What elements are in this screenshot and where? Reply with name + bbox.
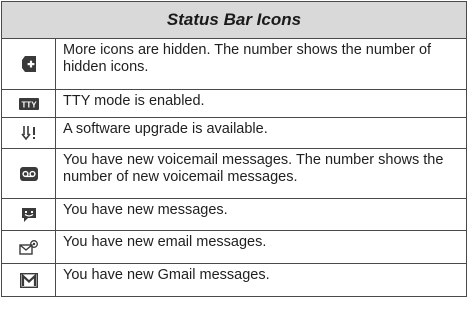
table-row: You have new email messages. bbox=[1, 230, 467, 263]
row-description: You have new messages. bbox=[63, 202, 228, 218]
gmail-icon bbox=[19, 272, 38, 288]
software-upgrade-icon bbox=[20, 125, 37, 141]
table-row: TTY TTY mode is enabled. bbox=[1, 89, 467, 117]
row-description: A software upgrade is available. bbox=[63, 121, 268, 137]
row-description: More icons are hidden. The number shows … bbox=[63, 42, 432, 75]
table-row: A software upgrade is available. bbox=[1, 117, 467, 148]
table-row: You have new messages. bbox=[1, 198, 467, 230]
table-row: You have new voicemail messages. The num… bbox=[1, 148, 467, 198]
tty-icon: TTY bbox=[18, 97, 39, 110]
status-bar-icons-table: Status Bar Icons More icons are hidden. … bbox=[1, 1, 467, 297]
table-title: Status Bar Icons bbox=[1, 1, 467, 38]
row-description: TTY mode is enabled. bbox=[63, 93, 205, 109]
row-description: You have new email messages. bbox=[63, 234, 267, 250]
svg-text:TTY: TTY bbox=[21, 100, 37, 109]
table-row: You have new Gmail messages. bbox=[1, 263, 467, 297]
row-description: You have new voicemail messages. The num… bbox=[63, 152, 444, 185]
table-row: More icons are hidden. The number shows … bbox=[1, 38, 467, 89]
message-icon bbox=[21, 207, 37, 223]
row-description: You have new Gmail messages. bbox=[63, 267, 270, 283]
more-icons-hidden-icon bbox=[21, 55, 37, 73]
voicemail-icon bbox=[19, 166, 38, 181]
email-icon bbox=[18, 239, 39, 255]
